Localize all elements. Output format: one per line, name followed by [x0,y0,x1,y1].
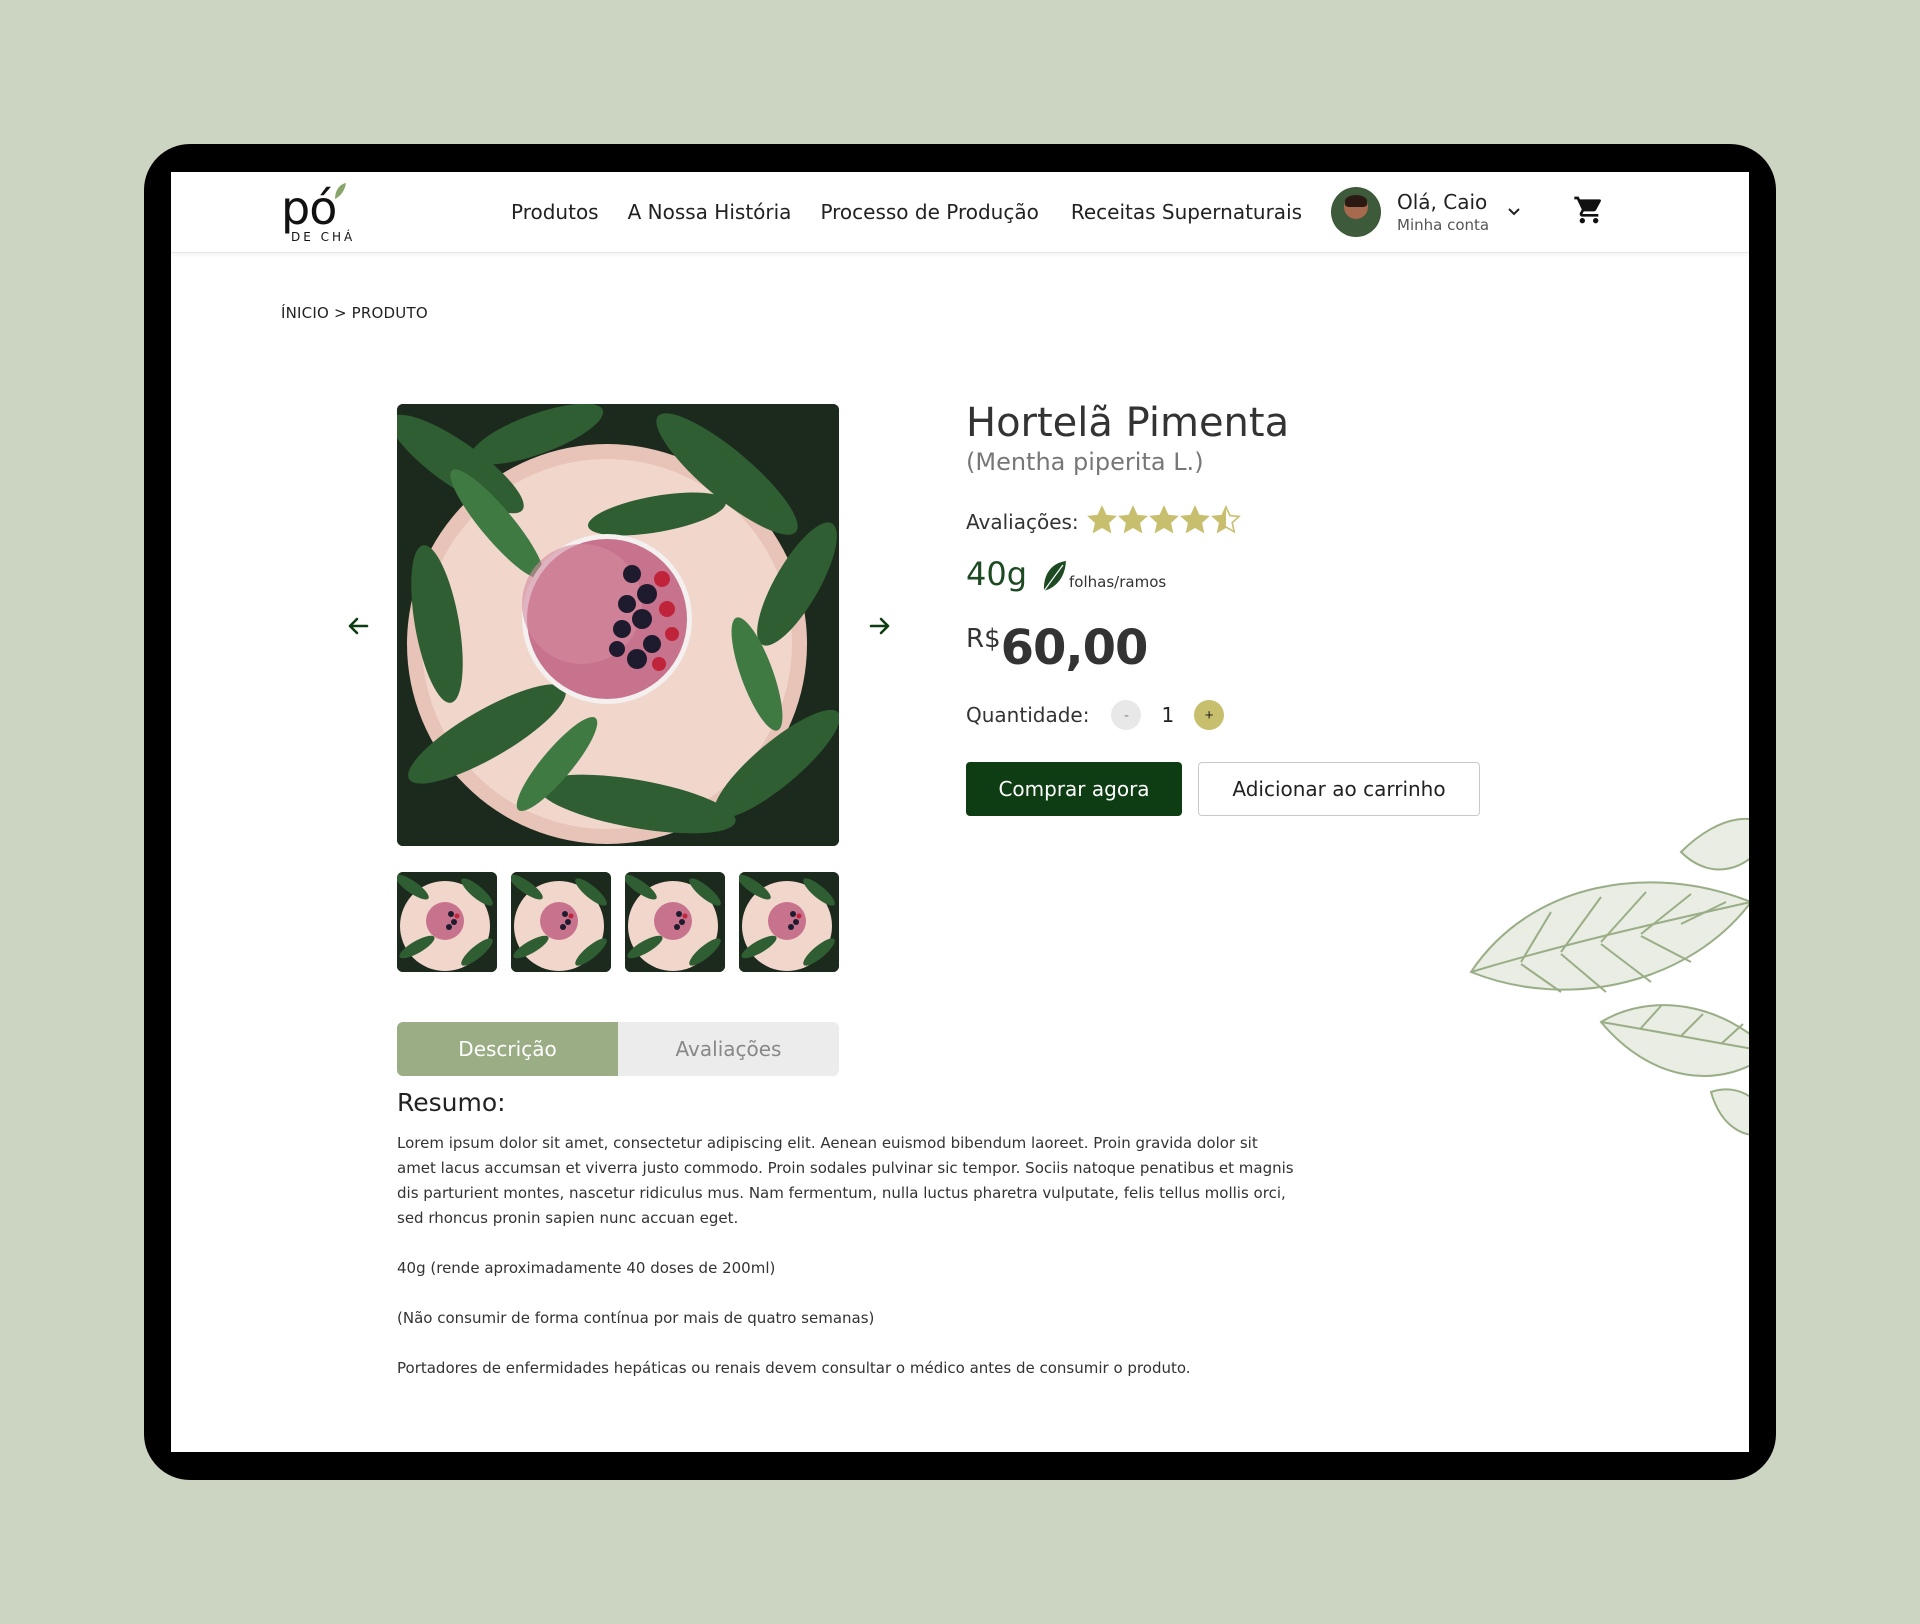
price-currency: R$ [966,624,1001,654]
product-ratings: Avaliações: [966,505,1242,539]
product-price: R$ 60,00 [966,620,1149,676]
star-full-icon[interactable] [1148,505,1179,535]
thumbnail[interactable] [511,872,611,972]
tab-avaliacoes[interactable]: Avaliações [618,1022,839,1076]
star-rating[interactable] [1086,505,1242,539]
buy-now-button[interactable]: Comprar agora [966,762,1182,816]
product-title: Hortelã Pimenta [966,400,1290,446]
add-to-cart-button[interactable]: Adicionar ao carrinho [1198,762,1480,816]
device-frame: pó DE CHÁ Produtos A Nossa História Proc… [144,144,1776,1480]
product-scientific-name: (Mentha piperita L.) [966,448,1204,476]
quantity-stepper: Quantidade: - 1 + [966,699,1225,731]
leaf-icon [335,183,346,199]
star-full-icon[interactable] [1117,505,1148,535]
thumbnail[interactable] [739,872,839,972]
arrow-right-icon[interactable] [865,611,895,641]
account-subtitle: Minha conta [1397,216,1490,234]
botanical-illustration [1469,818,1749,1136]
site-header: pó DE CHÁ Produtos A Nossa História Proc… [171,172,1749,253]
logo-subtitle: DE CHÁ [291,230,356,244]
nav-item-receitas[interactable]: Receitas Supernaturais [1071,200,1302,224]
product-main-image [397,404,839,846]
arrow-left-icon[interactable] [343,611,373,641]
star-half-icon[interactable] [1210,505,1241,535]
thumbnail-strip [397,872,839,972]
description-title: Resumo: [397,1088,506,1117]
main-nav: Produtos A Nossa História Processo de Pr… [511,172,1331,252]
description-paragraph: (Não consumir de forma contínua por mais… [397,1309,875,1327]
account-text: Olá, Caio Minha conta [1397,190,1489,234]
breadcrumb[interactable]: ÍNICIO > PRODUTO [281,304,428,322]
leaf-icon [1043,561,1067,592]
product-weight: 40g folhas/ramos [966,555,1166,593]
quantity-increase-button[interactable]: + [1194,700,1225,730]
brand-logo[interactable]: pó DE CHÁ [281,182,361,244]
avatar [1331,187,1381,237]
nav-item-produtos[interactable]: Produtos [511,200,599,224]
quantity-decrease-button[interactable]: - [1111,700,1142,730]
description-panel: Resumo: Lorem ipsum dolor sit amet, cons… [397,1088,1297,1406]
thumbnail[interactable] [625,872,725,972]
nav-item-historia[interactable]: A Nossa História [628,200,792,224]
price-value: 60,00 [1000,620,1149,676]
account-menu[interactable]: Olá, Caio Minha conta [1331,186,1521,238]
ratings-label: Avaliações: [966,510,1079,534]
star-full-icon[interactable] [1179,505,1210,535]
chevron-down-icon[interactable] [1507,207,1521,217]
thumbnail[interactable] [397,872,497,972]
logo-wordmark: pó [281,181,337,235]
weight-type: folhas/ramos [1069,573,1167,591]
product-tabs: Descrição Avaliações [397,1022,839,1076]
cart-icon[interactable] [1573,194,1605,226]
star-full-icon[interactable] [1086,505,1117,535]
tab-descricao[interactable]: Descrição [397,1022,618,1076]
account-greeting: Olá, Caio [1397,190,1488,214]
weight-value: 40g [966,555,1028,593]
nav-item-processo[interactable]: Processo de Produção [820,200,1038,224]
description-paragraph: Lorem ipsum dolor sit amet, consectetur … [397,1134,1294,1227]
description-paragraph: 40g (rende aproximadamente 40 doses de 2… [397,1259,776,1277]
quantity-value: 1 [1161,703,1175,727]
quantity-label: Quantidade: [966,703,1090,727]
app-screen: pó DE CHÁ Produtos A Nossa História Proc… [171,172,1749,1452]
description-paragraph: Portadores de enfermidades hepáticas ou … [397,1359,1191,1377]
